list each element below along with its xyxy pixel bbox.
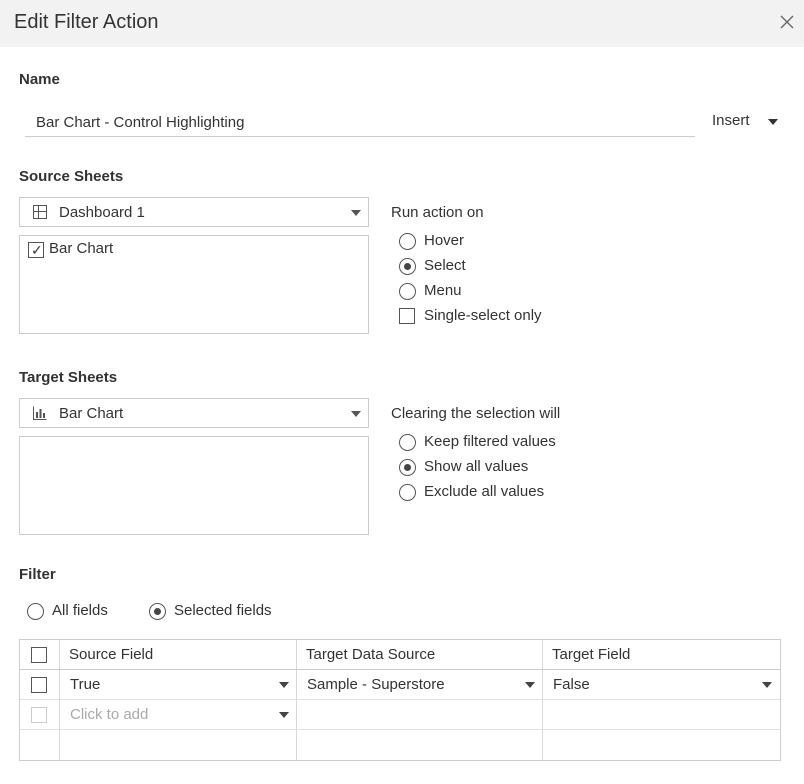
- target-sheets-dropdown[interactable]: Bar Chart: [19, 398, 369, 428]
- exclude-all-label: Exclude all values: [424, 483, 545, 500]
- table-row-add: Click to add: [20, 700, 780, 730]
- keep-filtered-label: Keep filtered values: [424, 433, 556, 450]
- source-field-dropdown[interactable]: True: [60, 670, 297, 699]
- radio-selected-dot: [404, 464, 411, 471]
- empty-cell: [20, 730, 60, 760]
- selected-fields-label: Selected fields: [174, 602, 272, 619]
- select-radio-label: Select: [424, 257, 466, 274]
- bar-chart-icon: [33, 406, 47, 420]
- empty-cell: [543, 700, 780, 729]
- source-sheets-dropdown[interactable]: Dashboard 1: [19, 197, 369, 227]
- source-sheets-label: Source Sheets: [19, 168, 124, 185]
- row-checkbox[interactable]: [31, 677, 47, 693]
- field-mapping-table: Source Field Target Data Source Target F…: [19, 639, 781, 761]
- menu-radio-label: Menu: [424, 282, 462, 299]
- clearing-label: Clearing the selection will: [391, 405, 561, 422]
- table-header: Source Field Target Data Source Target F…: [20, 640, 780, 670]
- name-input[interactable]: [25, 108, 695, 137]
- empty-cell: [297, 730, 543, 760]
- insert-caret-icon[interactable]: [768, 119, 778, 125]
- run-action-label: Run action on: [391, 204, 484, 221]
- column-header-source-field: Source Field: [60, 640, 297, 669]
- chevron-down-icon: [762, 682, 772, 688]
- hover-radio-label: Hover: [424, 232, 465, 249]
- title-bar: Edit Filter Action: [0, 0, 804, 47]
- row-select-cell: [20, 670, 60, 699]
- chevron-down-icon: [351, 411, 361, 417]
- chevron-down-icon: [525, 682, 535, 688]
- name-label: Name: [19, 71, 60, 88]
- close-icon[interactable]: [778, 13, 796, 31]
- empty-cell: [60, 730, 297, 760]
- chevron-down-icon: [351, 210, 361, 216]
- radio-selected-dot: [404, 263, 411, 270]
- target-sheets-list: [19, 436, 369, 535]
- row-select-cell: [20, 700, 60, 729]
- check-icon: ✓: [31, 242, 43, 258]
- hover-radio[interactable]: [399, 233, 416, 250]
- insert-dropdown[interactable]: Insert: [712, 112, 750, 129]
- filter-label: Filter: [19, 566, 56, 583]
- radio-selected-dot: [154, 608, 161, 615]
- source-dropdown-value: Dashboard 1: [59, 204, 145, 221]
- all-fields-label: All fields: [52, 602, 108, 619]
- select-radio[interactable]: [399, 258, 416, 275]
- select-all-checkbox[interactable]: [31, 647, 47, 663]
- dialog-title: Edit Filter Action: [14, 11, 159, 33]
- column-header-label: Target Field: [552, 646, 631, 663]
- bar-chart-checkbox[interactable]: ✓: [28, 242, 44, 258]
- column-header-label: Source Field: [69, 646, 154, 663]
- dashboard-grid-icon: [33, 205, 47, 219]
- table-row: True Sample - Superstore False: [20, 670, 780, 700]
- target-sheets-label: Target Sheets: [19, 369, 118, 386]
- single-select-checkbox[interactable]: [399, 308, 415, 324]
- selected-fields-radio[interactable]: [149, 603, 166, 620]
- show-all-radio[interactable]: [399, 459, 416, 476]
- click-to-add-dropdown[interactable]: Click to add: [60, 700, 297, 729]
- click-to-add-placeholder: Click to add: [70, 706, 149, 723]
- target-data-source-dropdown[interactable]: Sample - Superstore: [297, 670, 543, 699]
- target-field-dropdown[interactable]: False: [543, 670, 780, 699]
- empty-cell: [543, 730, 780, 760]
- exclude-all-radio[interactable]: [399, 484, 416, 501]
- menu-radio[interactable]: [399, 283, 416, 300]
- column-header-target-field: Target Field: [543, 640, 780, 669]
- target-dropdown-value: Bar Chart: [59, 405, 124, 422]
- all-fields-radio[interactable]: [27, 603, 44, 620]
- empty-cell: [297, 700, 543, 729]
- show-all-label: Show all values: [424, 458, 529, 475]
- column-header-label: Target Data Source: [306, 646, 436, 663]
- source-field-value: True: [70, 676, 101, 693]
- chevron-down-icon: [279, 712, 289, 718]
- column-header-target-data-source: Target Data Source: [297, 640, 543, 669]
- keep-filtered-radio[interactable]: [399, 434, 416, 451]
- source-sheet-item-label: Bar Chart: [49, 240, 114, 257]
- target-field-value: False: [553, 676, 590, 693]
- source-sheets-list: ✓ Bar Chart: [19, 235, 369, 334]
- chevron-down-icon: [279, 682, 289, 688]
- table-row-empty: [20, 730, 780, 760]
- add-row-checkbox: [31, 707, 47, 723]
- select-all-cell: [20, 640, 60, 669]
- single-select-label: Single-select only: [424, 307, 542, 324]
- target-data-source-value: Sample - Superstore: [307, 676, 445, 693]
